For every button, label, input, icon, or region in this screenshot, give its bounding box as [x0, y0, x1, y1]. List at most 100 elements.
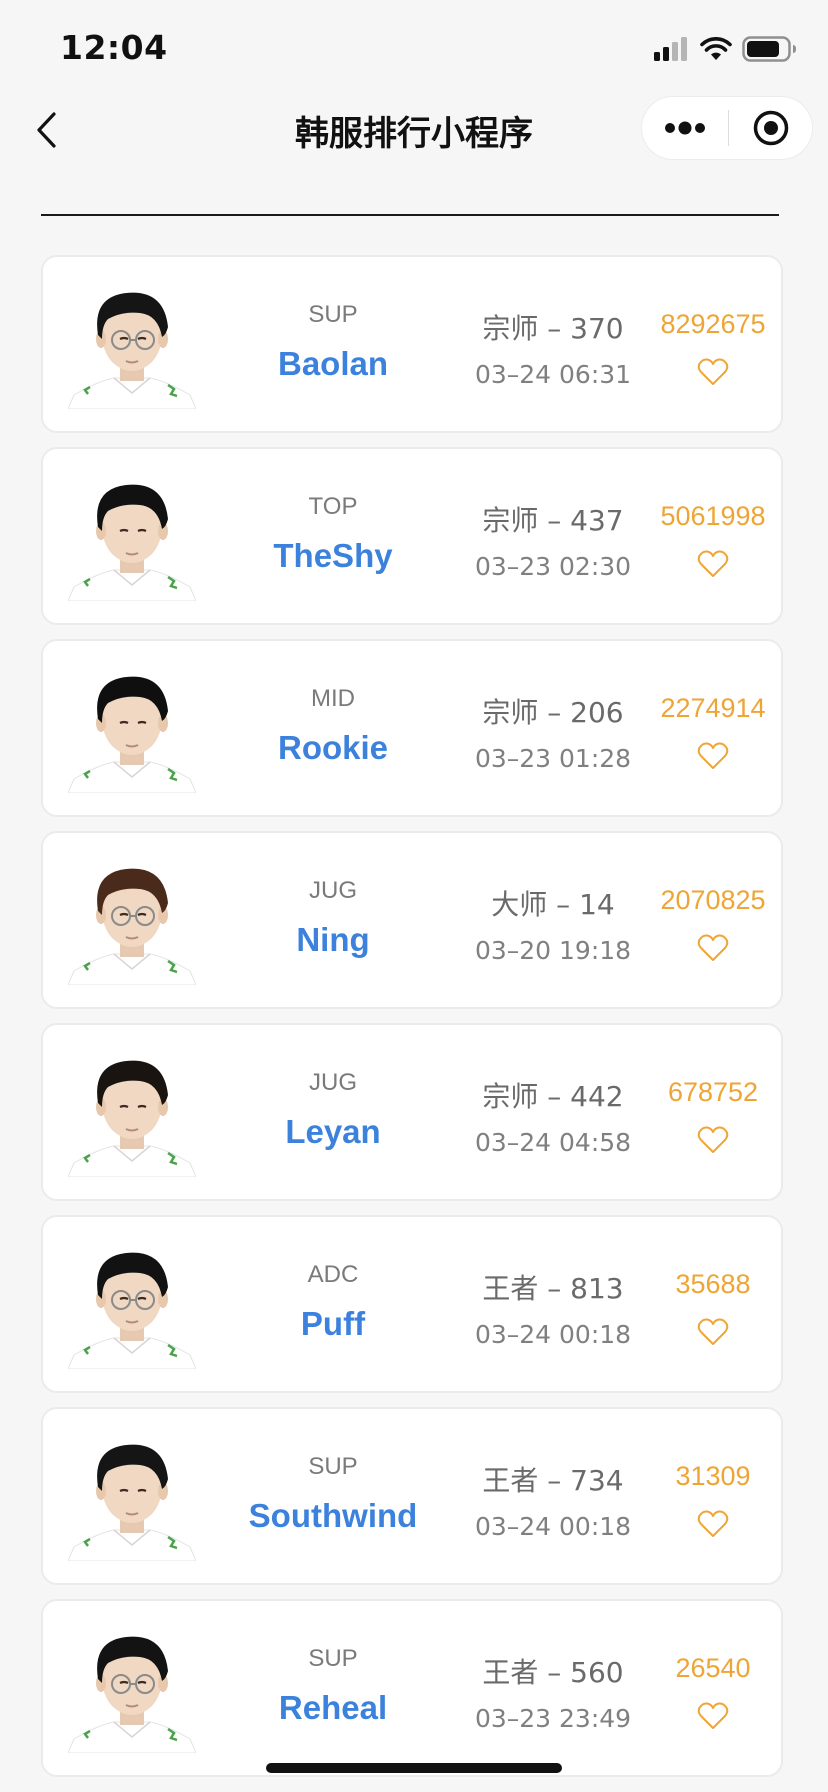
player-timestamp: 03–23 01:28 [474, 744, 632, 773]
player-avatar [68, 281, 196, 409]
heart-icon [697, 742, 729, 769]
player-timestamp: 03–24 04:58 [474, 1128, 632, 1157]
status-bar: 12:04 [0, 0, 828, 100]
rank-info: 宗师 – 206 03–23 01:28 [453, 641, 653, 815]
close-button[interactable] [729, 97, 812, 159]
player-score: 35688 [675, 1269, 751, 1299]
player-card-rookie[interactable]: MID Rookie 宗师 – 206 03–23 01:28 2274914 [41, 639, 783, 817]
player-rank: 王者 – 560 [482, 1656, 624, 1689]
status-icons [654, 36, 798, 66]
rank-info: 王者 – 734 03–24 00:18 [453, 1409, 653, 1583]
heart-icon [697, 550, 729, 577]
player-card-puff[interactable]: ADC Puff 王者 – 813 03–24 00:18 35688 [41, 1215, 783, 1393]
player-score: 2070825 [660, 885, 766, 915]
more-button[interactable] [642, 97, 728, 159]
player-name: Ning [296, 921, 370, 958]
player-card-theshy[interactable]: TOP TheShy 宗师 – 437 03–23 02:30 5061998 [41, 447, 783, 625]
player-score: 8292675 [660, 309, 766, 339]
like-button[interactable] [695, 354, 731, 390]
player-timestamp: 03–20 19:18 [474, 936, 632, 965]
player-name: Southwind [248, 1497, 418, 1534]
rank-info: 王者 – 560 03–23 23:49 [453, 1601, 653, 1775]
player-role: ADC [307, 1261, 359, 1288]
player-role: JUG [309, 1069, 357, 1096]
score-info: 5061998 [643, 449, 783, 623]
target-close-icon [753, 110, 788, 146]
heart-icon [697, 1318, 729, 1345]
player-info: ADC Puff [233, 1217, 433, 1391]
player-info: TOP TheShy [233, 449, 433, 623]
rank-info: 王者 – 813 03–24 00:18 [453, 1217, 653, 1391]
wifi-icon [700, 37, 732, 65]
heart-icon [697, 358, 729, 385]
player-score: 5061998 [660, 501, 766, 531]
like-button[interactable] [695, 930, 731, 966]
player-avatar [68, 1625, 196, 1753]
player-card-leyan[interactable]: JUG Leyan 宗师 – 442 03–24 04:58 678752 [41, 1023, 783, 1201]
player-rank: 宗师 – 437 [482, 504, 624, 537]
player-rank: 宗师 – 206 [482, 696, 624, 729]
player-avatar [68, 1433, 196, 1561]
player-role: JUG [309, 877, 357, 904]
player-rank: 大师 – 14 [491, 888, 615, 921]
like-button[interactable] [695, 1122, 731, 1158]
player-name: Puff [300, 1305, 366, 1342]
player-timestamp: 03–23 02:30 [474, 552, 632, 581]
player-timestamp: 03–24 00:18 [474, 1512, 632, 1541]
player-card-southwind[interactable]: SUP Southwind 王者 – 734 03–24 00:18 31309 [41, 1407, 783, 1585]
rank-info: 宗师 – 437 03–23 02:30 [453, 449, 653, 623]
player-name: Baolan [277, 345, 389, 382]
player-avatar [68, 1241, 196, 1369]
player-role: TOP [308, 493, 358, 520]
heart-icon [697, 1702, 729, 1729]
like-button[interactable] [695, 738, 731, 774]
player-name: TheShy [273, 537, 393, 574]
player-card-ning[interactable]: JUG Ning 大师 – 14 03–20 19:18 2070825 [41, 831, 783, 1009]
score-info: 8292675 [643, 257, 783, 431]
score-info: 2274914 [643, 641, 783, 815]
like-button[interactable] [695, 1314, 731, 1350]
player-rank: 宗师 – 370 [482, 312, 624, 345]
status-time: 12:04 [60, 28, 168, 67]
heart-icon [697, 1126, 729, 1153]
signal-icon [654, 37, 690, 65]
battery-icon [742, 36, 798, 66]
rank-info: 宗师 – 370 03–24 06:31 [453, 257, 653, 431]
player-role: MID [311, 685, 355, 712]
player-score: 31309 [675, 1461, 751, 1491]
player-timestamp: 03–23 23:49 [474, 1704, 632, 1733]
player-score: 678752 [667, 1077, 759, 1107]
rank-info: 宗师 – 442 03–24 04:58 [453, 1025, 653, 1199]
rank-info: 大师 – 14 03–20 19:18 [453, 833, 653, 1007]
like-button[interactable] [695, 1506, 731, 1542]
player-role: SUP [308, 301, 358, 328]
player-timestamp: 03–24 00:18 [474, 1320, 632, 1349]
player-info: MID Rookie [233, 641, 433, 815]
player-info: JUG Ning [233, 833, 433, 1007]
mini-program-capsule [641, 96, 813, 160]
player-info: SUP Baolan [233, 257, 433, 431]
player-score: 26540 [675, 1653, 751, 1683]
player-card-reheal[interactable]: SUP Reheal 王者 – 560 03–23 23:49 26540 [41, 1599, 783, 1777]
player-rank: 王者 – 813 [482, 1272, 624, 1305]
like-button[interactable] [695, 1698, 731, 1734]
home-indicator [266, 1763, 562, 1773]
score-info: 26540 [643, 1601, 783, 1775]
player-card-baolan[interactable]: SUP Baolan 宗师 – 370 03–24 06:31 8292675 [41, 255, 783, 433]
player-role: SUP [308, 1645, 358, 1672]
player-avatar [68, 1049, 196, 1177]
player-rank: 王者 – 734 [482, 1464, 624, 1497]
score-info: 31309 [643, 1409, 783, 1583]
player-info: JUG Leyan [233, 1025, 433, 1199]
score-info: 35688 [643, 1217, 783, 1391]
more-dots-icon [665, 121, 705, 135]
like-button[interactable] [695, 546, 731, 582]
score-info: 2070825 [643, 833, 783, 1007]
player-rank: 宗师 – 442 [482, 1080, 624, 1113]
heart-icon [697, 934, 729, 961]
score-info: 678752 [643, 1025, 783, 1199]
player-timestamp: 03–24 06:31 [474, 360, 632, 389]
heart-icon [697, 1510, 729, 1537]
header-divider [41, 214, 779, 216]
player-avatar [68, 473, 196, 601]
